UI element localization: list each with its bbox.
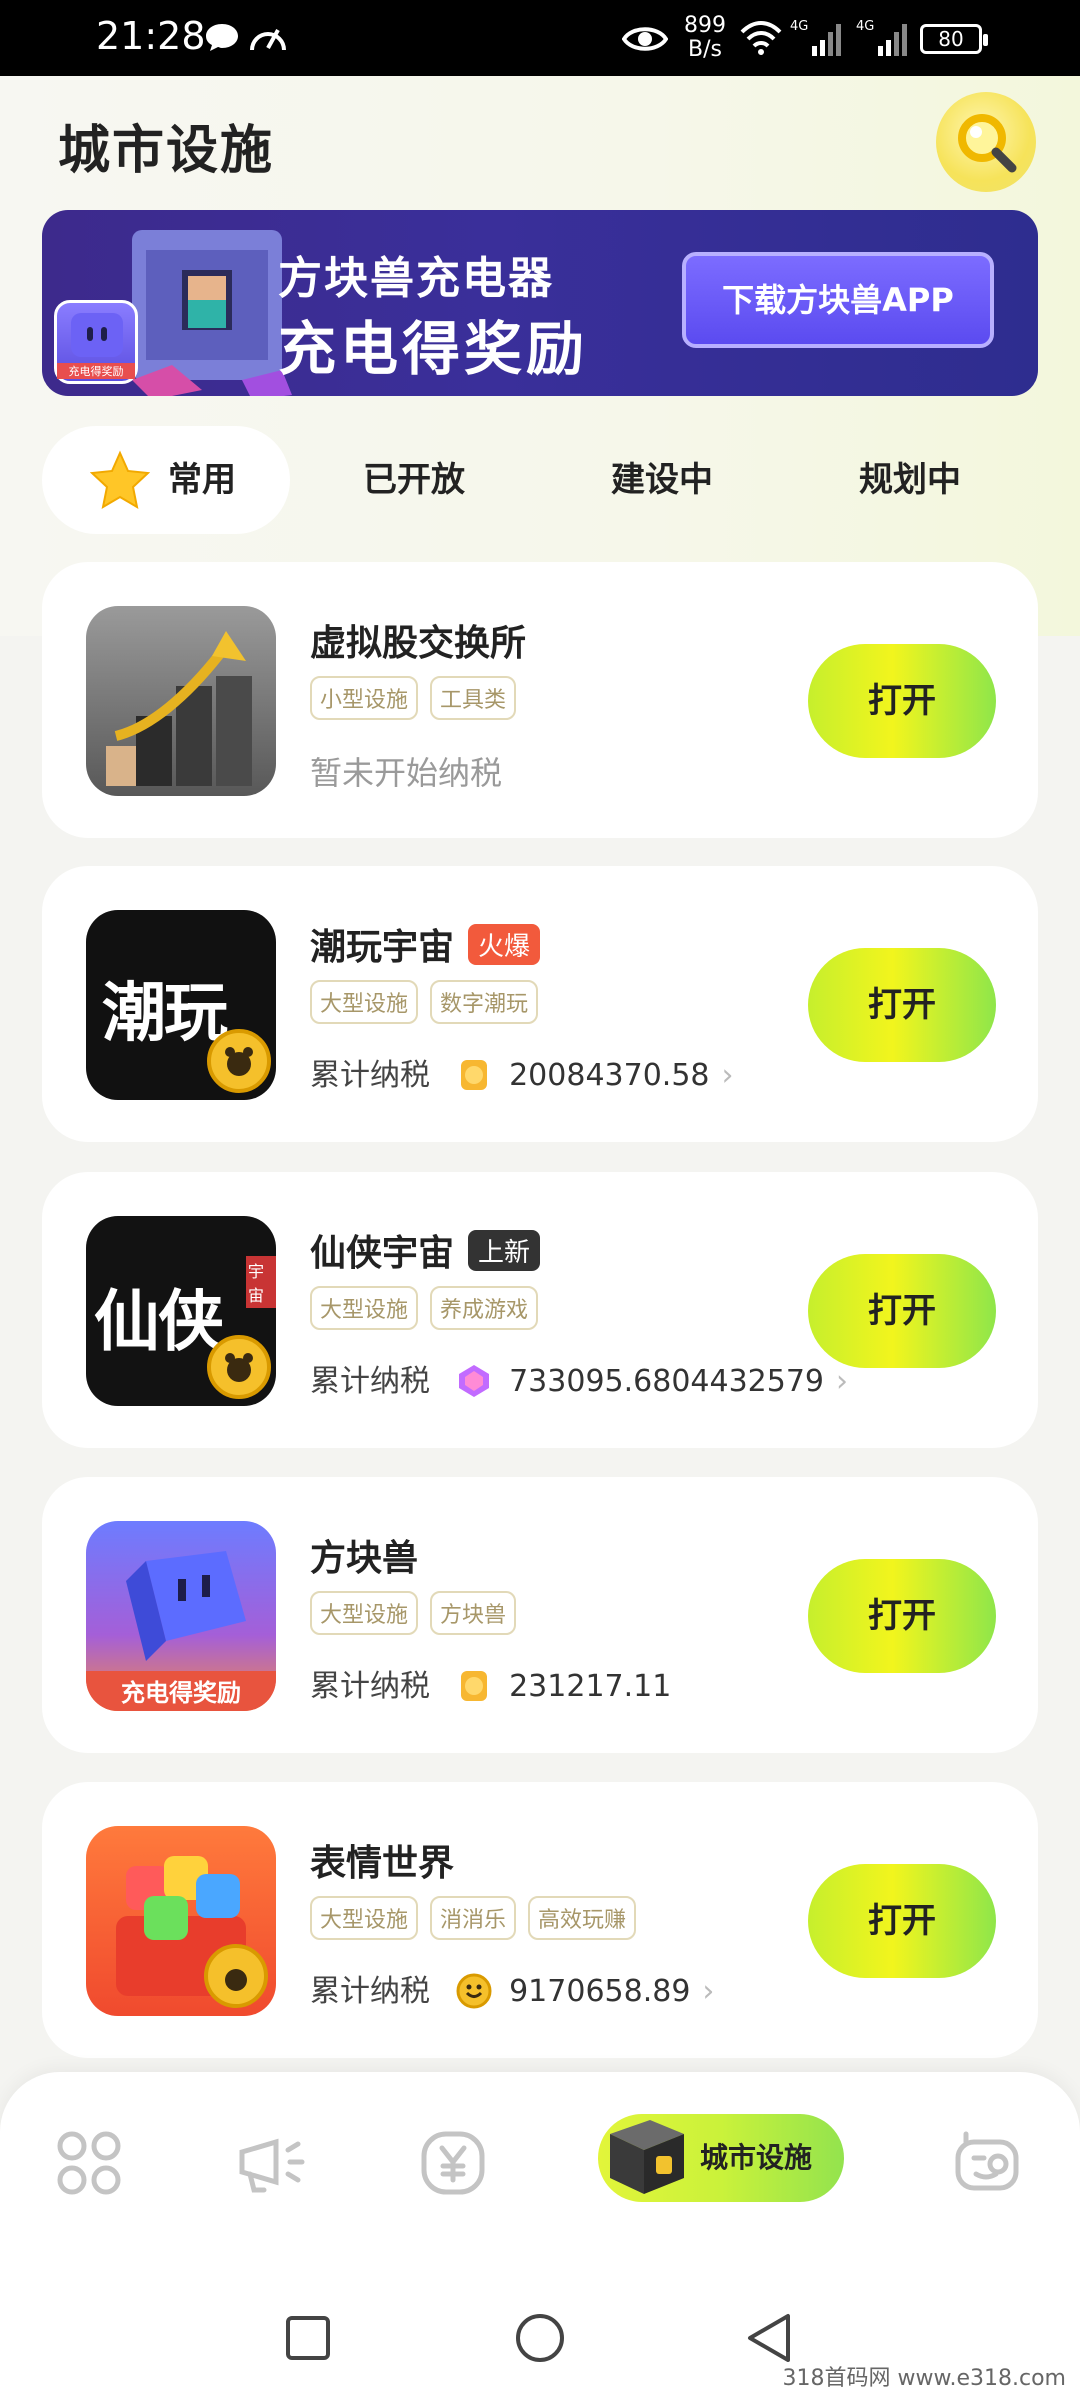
gold-token-icon <box>460 1060 487 1090</box>
tax-total[interactable]: 累计纳税 733095.6804432579 › <box>310 1356 848 1400</box>
facility-tags: 大型设施 消消乐 高效玩赚 <box>310 1896 648 1940</box>
facility-name: 潮玩宇宙 火爆 <box>310 918 541 970</box>
nav-city-facilities[interactable]: 城市设施 <box>598 2114 844 2202</box>
open-button[interactable]: 打开 <box>808 1864 996 1978</box>
yuan-coin-icon[interactable] <box>418 2128 488 2198</box>
facility-tags: 小型设施 工具类 <box>310 676 528 720</box>
facility-card[interactable]: 潮玩 潮玩宇宙 火爆 大型设施 数字潮玩 累计纳税 20084370.58 › 打开 <box>42 866 1038 1142</box>
coin-bear-icon <box>207 1335 271 1399</box>
facility-tag: 大型设施 <box>310 1286 419 1330</box>
hot-badge: 火爆 <box>468 924 541 965</box>
xianxia-universe-app-icon: 仙侠 宇宙 <box>86 1216 276 1406</box>
smile-coin-icon <box>456 1973 492 2009</box>
search-button[interactable] <box>936 92 1036 192</box>
battery-indicator: 80 <box>920 24 988 54</box>
search-icon <box>958 114 1017 173</box>
charger-box-illustration <box>132 230 292 396</box>
eye-icon <box>622 27 668 51</box>
tax-total[interactable]: 累计纳税 9170658.89 › <box>310 1966 714 2010</box>
message-icon <box>206 24 238 51</box>
facility-tag: 高效玩赚 <box>528 1896 637 1940</box>
star-icon <box>90 450 150 509</box>
facility-tag: 大型设施 <box>310 1591 419 1635</box>
tax-total: 累计纳税 231217.11 <box>310 1669 672 1704</box>
facility-tags: 大型设施 方块兽 <box>310 1591 528 1635</box>
banner-subtitle: 充电得奖励 <box>278 315 589 383</box>
download-app-button[interactable]: 下载方块兽APP <box>682 252 994 348</box>
grid-home-icon[interactable] <box>54 2128 124 2198</box>
facility-name: 方块兽 <box>310 1538 419 1579</box>
facility-name: 虚拟股交换所 <box>310 623 527 664</box>
fangkuaishou-app-icon: 充电得奖励 <box>86 1521 276 1711</box>
recent-apps-icon[interactable] <box>284 2314 332 2362</box>
watermark: 318首码网 www.e318.com <box>782 2366 1066 2391</box>
open-button[interactable]: 打开 <box>808 644 996 758</box>
tax-status: 暂未开始纳税 <box>310 754 503 792</box>
facility-card[interactable]: 虚拟股交换所 小型设施 工具类 暂未开始纳税 打开 <box>42 562 1038 838</box>
signal-icon-1: 4G <box>790 19 841 56</box>
profile-card-icon[interactable] <box>952 2128 1022 2198</box>
facility-card[interactable]: 仙侠 宇宙 仙侠宇宙 上新 大型设施 养成游戏 累计纳税 733095.680443… <box>42 1172 1038 1448</box>
facility-tags: 大型设施 数字潮玩 <box>310 980 550 1024</box>
facility-card[interactable]: 充电得奖励 方块兽 大型设施 方块兽 累计纳税 231217.11 打开 <box>42 1477 1038 1753</box>
facility-tag: 消消乐 <box>430 1896 517 1940</box>
megaphone-icon[interactable] <box>236 2128 306 2198</box>
signal-icon-2: 4G <box>856 19 907 56</box>
emoji-world-app-icon <box>86 1826 276 2016</box>
chaowan-universe-app-icon: 潮玩 <box>86 910 276 1100</box>
bottom-navigation: 城市设施 <box>0 2072 1080 2282</box>
facility-card[interactable]: 表情世界 大型设施 消消乐 高效玩赚 累计纳税 9170658.89 › 打开 <box>42 1782 1038 2058</box>
speedometer-icon <box>250 29 286 51</box>
tax-total[interactable]: 累计纳税 20084370.58 › <box>310 1050 734 1094</box>
facility-tag: 小型设施 <box>310 676 419 720</box>
tab-planning[interactable]: 规划中 <box>786 426 1034 534</box>
gold-token-icon <box>460 1671 487 1701</box>
new-badge: 上新 <box>468 1230 541 1271</box>
facility-tag: 工具类 <box>430 676 517 720</box>
coin-bear-icon <box>207 1029 271 1093</box>
back-icon[interactable] <box>744 2312 794 2364</box>
chevron-right-icon: › <box>836 1364 849 1399</box>
facility-tag: 方块兽 <box>430 1591 517 1635</box>
stock-exchange-app-icon <box>86 606 276 796</box>
facility-name: 表情世界 <box>310 1843 455 1884</box>
facility-tabs: 常用 已开放 建设中 规划中 <box>42 426 1038 534</box>
gem-icon <box>458 1365 489 1397</box>
tab-building[interactable]: 建设中 <box>538 426 786 534</box>
network-rate: 899 B/s <box>684 13 726 62</box>
facility-tag: 养成游戏 <box>430 1286 539 1330</box>
open-button[interactable]: 打开 <box>808 948 996 1062</box>
svg-text:4G: 4G <box>856 19 874 34</box>
home-icon[interactable] <box>514 2312 566 2364</box>
facility-tag: 大型设施 <box>310 1896 419 1940</box>
status-bar: 21:28 899 B/s 4G 4G 80 <box>0 0 1080 76</box>
facility-tag: 数字潮玩 <box>430 980 539 1024</box>
system-navigation-bar: 318首码网 www.e318.com <box>0 2282 1080 2400</box>
chevron-right-icon: › <box>721 1058 734 1093</box>
page-title: 城市设施 <box>58 121 275 181</box>
wifi-icon <box>740 21 782 55</box>
banner-title: 方块兽充电器 <box>278 253 554 304</box>
facility-name: 仙侠宇宙 上新 <box>310 1224 541 1276</box>
facility-tags: 大型设施 养成游戏 <box>310 1286 550 1330</box>
promo-banner[interactable]: 充电得奖励 方块兽充电器 充电得奖励 下载方块兽APP <box>42 210 1038 396</box>
chevron-right-icon: › <box>702 1974 715 2009</box>
status-time: 21:28 <box>96 14 206 58</box>
open-button[interactable]: 打开 <box>808 1559 996 1673</box>
banner-app-icon: 充电得奖励 <box>54 300 138 384</box>
tab-common[interactable]: 常用 <box>42 426 290 534</box>
cube-icon <box>610 2120 684 2194</box>
facility-tag: 大型设施 <box>310 980 419 1024</box>
open-button[interactable]: 打开 <box>808 1254 996 1368</box>
svg-text:4G: 4G <box>790 19 808 34</box>
tab-opened[interactable]: 已开放 <box>290 426 538 534</box>
